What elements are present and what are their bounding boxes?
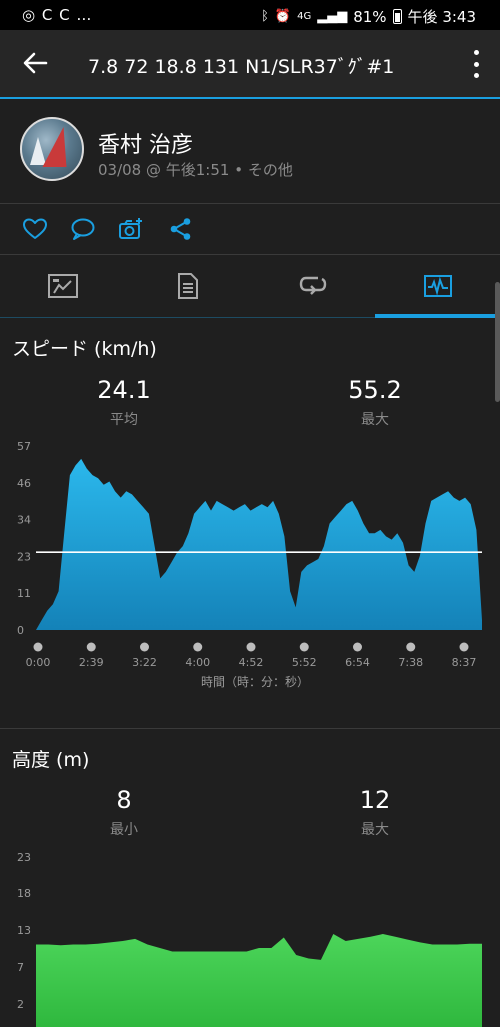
alarm-icon: ⏰ [274,9,292,24]
back-arrow-icon[interactable] [20,48,50,78]
divider [0,728,500,729]
speed-y-tick: 34 [17,514,31,527]
altitude-area-series [36,934,482,1027]
speed-x-tick-dot [246,642,256,652]
speed-area-series [36,458,482,630]
altitude-y-tick: 23 [17,851,31,864]
laps-icon [299,276,326,295]
more-options-icon[interactable] [470,50,482,78]
speed-x-tick-dot [140,642,149,652]
speed-x-tick: 5:52 [292,656,317,669]
avatar[interactable] [20,117,84,181]
notification-icons: ◎ C C … [22,6,93,24]
speed-x-tick-dot [86,642,96,652]
tab-laps[interactable] [250,255,375,317]
speed-x-tick-dot [193,642,203,652]
speed-chart[interactable]: 57 46 34 23 11 0 0:00 2:39 3:22 4:00 4:52 5:52 6:54 7… [0,436,500,696]
speed-x-tick: 4:52 [239,656,264,669]
speed-x-tick: 6:54 [345,656,370,669]
comment-icon[interactable] [70,216,96,242]
charts-icon [423,275,452,297]
battery-percent: 81% [353,7,387,26]
tab-bar [0,255,500,317]
like-heart-icon[interactable] [22,216,48,242]
speed-title: スピード (km/h) [12,338,157,360]
altitude-title: 高度 (m) [12,749,90,771]
speed-x-tick-dot [353,642,362,652]
speed-x-tick-dot [299,642,309,652]
overview-icon [47,274,78,298]
profile-header: 香村 治彦 03/08 @ 午後1:51 • その他 [0,99,500,203]
signal-icon: ▂▄▆ [317,9,348,24]
speed-x-tick-dot [459,642,469,652]
speed-y-tick: 23 [17,550,31,563]
status-right: ᛒ ⏰ 4G ▂▄▆ 81% 午後 3:43 [261,6,476,27]
speed-x-tick: 4:00 [185,656,210,669]
altitude-max-label: 最大 [361,822,389,838]
altitude-min-label: 最小 [110,822,138,838]
speed-x-tick-dot [406,642,416,652]
altitude-y-tick: 13 [17,924,31,937]
speed-x-tick: 7:38 [398,656,423,669]
status-bar: ◎ C C … ᛒ ⏰ 4G ▂▄▆ 81% 午後 3:43 [0,0,500,30]
activity-title: 7.8 72 18.8 131 N1/SLR37ﾞｸﾞ#1 [88,56,395,78]
bluetooth-icon: ᛒ [261,9,269,24]
speed-x-tick: 3:22 [132,656,157,669]
altitude-y-tick: 2 [17,998,24,1011]
network-type: 4G [297,11,312,22]
active-tab-indicator [375,314,500,318]
speed-y-tick: 57 [17,440,31,453]
altitude-y-tick: 18 [17,887,31,900]
speed-average-label: 平均 [110,412,138,428]
speed-max-label: 最大 [361,412,389,428]
altitude-max-value: 12 [359,786,391,814]
speed-max-value: 55.2 [348,376,402,404]
tab-details[interactable] [125,255,250,317]
tab-overview[interactable] [0,255,125,317]
action-row [0,204,500,254]
speed-average-value: 24.1 [97,376,151,404]
app-bar: 7.8 72 18.8 131 N1/SLR37ﾞｸﾞ#1 [0,30,500,98]
speed-y-tick: 11 [17,587,31,600]
details-icon [177,273,198,299]
altitude-chart[interactable]: 23 18 13 7 2 [0,847,500,1027]
scrollbar[interactable] [495,282,500,402]
activity-meta: 03/08 @ 午後1:51 • その他 [98,161,293,179]
speed-x-tick: 2:39 [79,656,104,669]
altitude-y-tick: 7 [17,961,24,974]
clock: 午後 3:43 [407,8,476,26]
speed-y-tick: 46 [17,477,31,490]
user-name[interactable]: 香村 治彦 [98,127,193,159]
speed-x-tick-dot [33,642,43,652]
altitude-min-value: 8 [116,786,132,814]
battery-icon [392,9,402,24]
speed-x-tick: 0:00 [26,656,51,669]
add-photo-icon[interactable] [118,216,144,242]
share-icon[interactable] [168,216,194,242]
speed-x-axis-label: 時間（時：分：秒） [201,675,309,689]
tab-charts[interactable] [375,255,500,317]
speed-y-tick: 0 [17,624,24,637]
speed-x-tick: 8:37 [452,656,477,669]
